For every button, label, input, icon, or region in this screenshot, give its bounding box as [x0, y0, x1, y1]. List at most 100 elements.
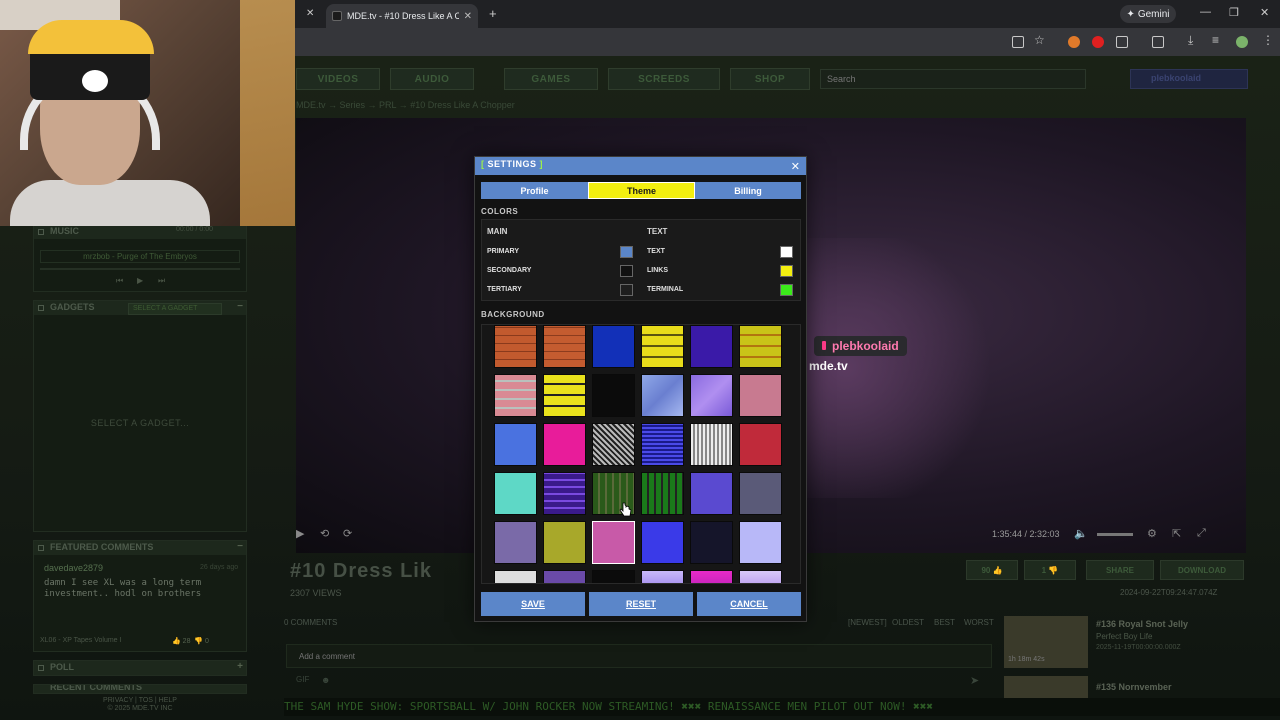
user-menu-button[interactable]: plebkoolaid — [1130, 69, 1248, 89]
links-swatch[interactable] — [780, 265, 793, 277]
background-tile[interactable] — [739, 374, 782, 417]
background-tile[interactable] — [543, 325, 586, 368]
extension-icon[interactable] — [1068, 36, 1080, 48]
emoji-icon[interactable]: ☻ — [321, 675, 330, 685]
sort-worst[interactable]: WORST — [964, 618, 994, 627]
cast-icon[interactable] — [1012, 36, 1024, 48]
share-button[interactable]: SHARE — [1086, 560, 1154, 580]
sort-newest[interactable]: [NEWEST] — [848, 618, 887, 627]
minimize-icon[interactable]: — — [1200, 6, 1211, 18]
dislike-button[interactable]: 1 👎 — [1024, 560, 1076, 580]
nav-audio[interactable]: AUDIO — [390, 68, 474, 90]
background-tile[interactable] — [641, 521, 684, 564]
background-tile[interactable] — [543, 570, 586, 583]
background-tile[interactable] — [690, 325, 733, 368]
fullscreen-icon[interactable]: ⤢ — [1197, 527, 1206, 540]
close-tab-icon[interactable]: ✕ — [306, 8, 314, 19]
collapse-icon[interactable]: − — [237, 541, 243, 552]
next-icon[interactable]: ⏭ — [158, 276, 165, 286]
background-tile[interactable] — [739, 521, 782, 564]
bookmark-star-icon[interactable]: ☆ — [1034, 33, 1046, 47]
tab-billing[interactable]: Billing — [695, 182, 801, 199]
browser-tab[interactable]: MDE.tv - #10 Dress Like A C ✕ — [326, 4, 478, 28]
expand-icon[interactable]: + — [237, 661, 243, 672]
play-icon[interactable]: ▶ — [137, 276, 143, 285]
puzzle-icon[interactable] — [1116, 36, 1128, 48]
previous-icon[interactable]: ⏮ — [116, 276, 123, 286]
cancel-button[interactable]: CANCEL — [697, 592, 801, 616]
settings-gear-icon[interactable]: ⚙ — [1147, 527, 1157, 540]
comment-input[interactable] — [286, 644, 992, 668]
restore-icon[interactable]: ❐ — [1229, 6, 1239, 19]
background-tile[interactable] — [494, 423, 537, 466]
tab-profile[interactable]: Profile — [481, 182, 588, 199]
text-color-swatch[interactable] — [780, 246, 793, 258]
save-button[interactable]: SAVE — [481, 592, 585, 616]
like-button[interactable]: 90 👍 — [966, 560, 1018, 580]
background-tile[interactable] — [592, 521, 635, 564]
gadget-select[interactable]: SELECT A GADGET — [128, 303, 222, 315]
background-tile[interactable] — [641, 570, 684, 583]
nav-videos[interactable]: VIDEOS — [296, 68, 380, 90]
background-tile[interactable] — [739, 570, 782, 583]
extension-icon[interactable] — [1092, 36, 1104, 48]
site-search-input[interactable] — [820, 69, 1086, 89]
close-tab-icon[interactable]: ✕ — [464, 11, 472, 22]
background-tile[interactable] — [690, 423, 733, 466]
popout-icon[interactable]: ⇱ — [1172, 527, 1181, 540]
volume-icon[interactable]: 🔈 — [1074, 527, 1088, 540]
background-tile[interactable] — [543, 374, 586, 417]
thumbs-up-icon[interactable]: 👍 — [172, 638, 181, 645]
background-tile[interactable] — [494, 521, 537, 564]
background-tile[interactable] — [592, 374, 635, 417]
background-tile[interactable] — [690, 374, 733, 417]
background-tile[interactable] — [592, 423, 635, 466]
background-tile[interactable] — [690, 521, 733, 564]
download-button[interactable]: DOWNLOAD — [1160, 560, 1244, 580]
background-tile[interactable] — [739, 325, 782, 368]
primary-swatch[interactable] — [620, 246, 633, 258]
rewind-icon[interactable]: ⟲ — [320, 527, 329, 540]
tertiary-swatch[interactable] — [620, 284, 633, 296]
nav-shop[interactable]: SHOP — [730, 68, 810, 90]
background-tile[interactable] — [494, 325, 537, 368]
menu-list-icon[interactable]: ≡ — [1212, 33, 1224, 47]
sort-oldest[interactable]: OLDEST — [892, 618, 924, 627]
secondary-swatch[interactable] — [620, 265, 633, 277]
nav-games[interactable]: GAMES — [504, 68, 598, 90]
background-tile[interactable] — [641, 423, 684, 466]
music-progress[interactable] — [40, 268, 240, 270]
background-tile[interactable] — [641, 325, 684, 368]
new-tab-icon[interactable]: + — [489, 6, 497, 21]
comment-source[interactable]: XL06 - XP Tapes Volume I — [40, 637, 121, 644]
background-tile[interactable] — [690, 570, 733, 583]
terminal-swatch[interactable] — [780, 284, 793, 296]
gemini-button[interactable]: ✦ Gemini — [1120, 5, 1176, 23]
thumbs-down-icon[interactable]: 👎 — [194, 638, 203, 645]
play-icon[interactable]: ▶ — [296, 527, 304, 540]
nav-screeds[interactable]: SCREEDS — [608, 68, 720, 90]
background-tile[interactable] — [543, 423, 586, 466]
background-tile[interactable] — [641, 374, 684, 417]
background-tile[interactable] — [690, 472, 733, 515]
background-tile[interactable] — [494, 570, 537, 583]
send-icon[interactable]: ➤ — [970, 674, 979, 687]
volume-slider[interactable] — [1097, 533, 1133, 536]
window-close-icon[interactable]: ✕ — [1260, 6, 1269, 19]
sidebar-icon[interactable] — [1152, 36, 1164, 48]
gif-icon[interactable]: GIF — [296, 675, 309, 684]
background-tile[interactable] — [739, 472, 782, 515]
tab-theme[interactable]: Theme — [588, 182, 695, 199]
reset-button[interactable]: RESET — [589, 592, 693, 616]
comment-author[interactable]: davedave2879 — [44, 563, 103, 573]
close-icon[interactable]: ✕ — [791, 160, 800, 173]
sort-best[interactable]: BEST — [934, 618, 955, 627]
background-tile[interactable] — [543, 521, 586, 564]
background-scrollbar[interactable] — [800, 325, 801, 583]
background-tile[interactable] — [494, 472, 537, 515]
collapse-icon[interactable]: − — [237, 301, 243, 312]
forward-icon[interactable]: ⟳ — [343, 527, 352, 540]
background-tile[interactable] — [494, 374, 537, 417]
background-tile[interactable] — [641, 472, 684, 515]
more-menu-icon[interactable]: ⋮ — [1262, 33, 1274, 47]
